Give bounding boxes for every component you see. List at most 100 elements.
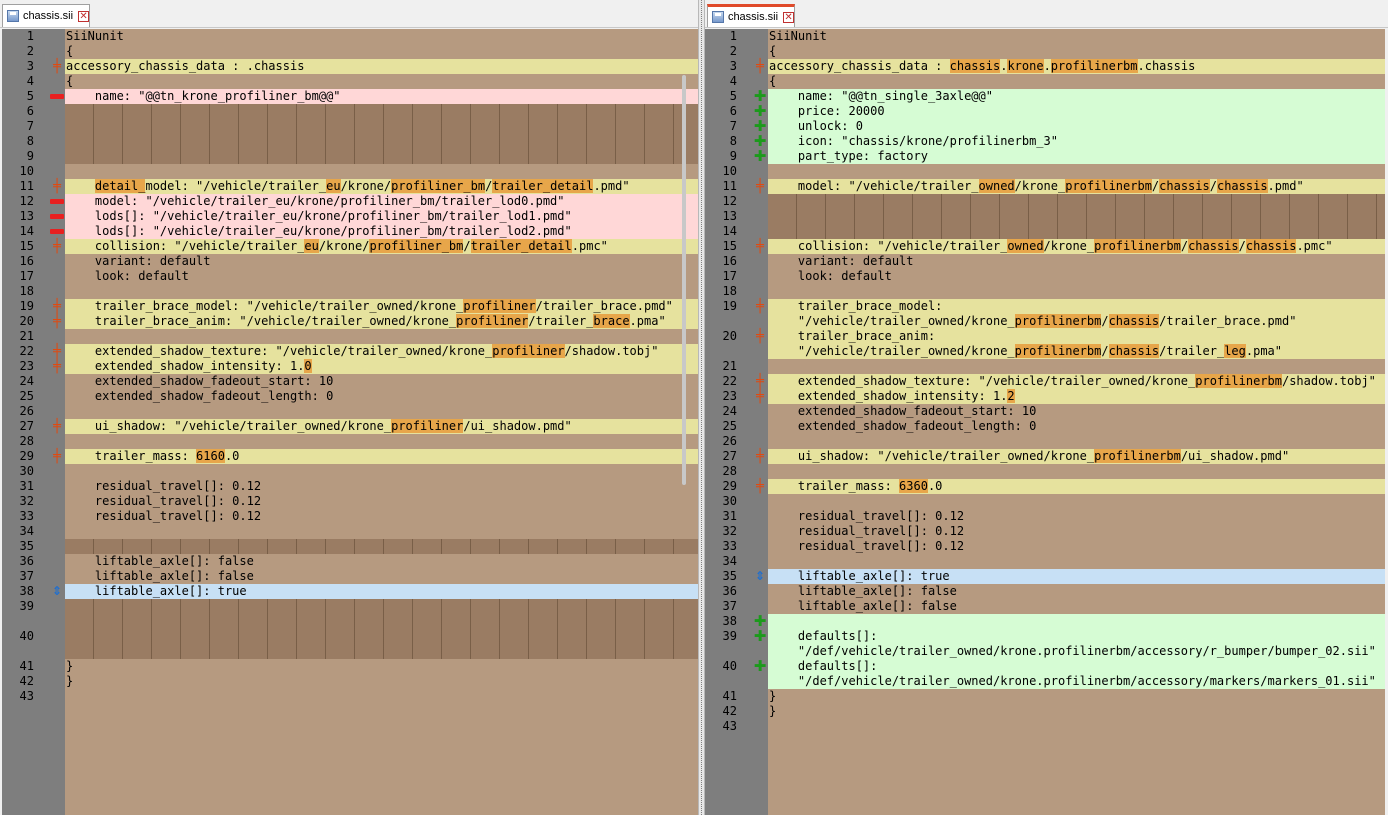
code-line[interactable]: 18 bbox=[2, 284, 698, 299]
code-line[interactable]: 43 bbox=[2, 689, 698, 704]
code-line[interactable]: 30 bbox=[705, 494, 1385, 509]
change-icon[interactable]: ╪ bbox=[50, 60, 64, 73]
code-line[interactable]: 8 bbox=[2, 134, 698, 149]
code-line[interactable]: 36 liftable_axle[]: false bbox=[2, 554, 698, 569]
code-line[interactable]: 27 ╪ ui_shadow: "/vehicle/trailer_owned/k… bbox=[705, 449, 1385, 464]
code-line[interactable]: 11 ╪ detail_model: "/vehicle/trailer_eu/k… bbox=[2, 179, 698, 194]
code-line[interactable]: 3 ╪ accessory_chassis_data : .chassis bbox=[2, 59, 698, 74]
code-line[interactable]: 23 ╪ extended_shadow_intensity: 1.0 bbox=[2, 359, 698, 374]
code-line[interactable]: 10 bbox=[2, 164, 698, 179]
code-line[interactable]: 38 ⇕ liftable_axle[]: true bbox=[2, 584, 698, 599]
code-line[interactable]: 25 extended_shadow_fadeout_length: 0 bbox=[705, 419, 1385, 434]
code-line[interactable]: 26 bbox=[705, 434, 1385, 449]
left-file-tab[interactable]: chassis.sii ✕ bbox=[2, 4, 90, 27]
change-icon[interactable]: ╪ bbox=[753, 180, 767, 193]
change-icon[interactable]: ╪ bbox=[50, 450, 64, 463]
code-line[interactable]: 26 bbox=[2, 404, 698, 419]
code-line[interactable]: 8 ✚ icon: "chassis/krone/profilinerbm_3" bbox=[705, 134, 1385, 149]
pane-splitter[interactable] bbox=[698, 0, 705, 815]
code-line[interactable]: 29 ╪ trailer_mass: 6160.0 bbox=[2, 449, 698, 464]
code-line[interactable]: 33 residual_travel[]: 0.12 bbox=[705, 539, 1385, 554]
added-line-icon[interactable]: ✚ bbox=[753, 659, 767, 674]
right-editor[interactable]: 1 SiiNunit 2{3 ╪ accessory_chassis_data : ch… bbox=[705, 29, 1385, 815]
code-line[interactable]: 29 ╪ trailer_mass: 6360.0 bbox=[705, 479, 1385, 494]
code-line[interactable]: 10 bbox=[705, 164, 1385, 179]
code-line[interactable]: 37 liftable_axle[]: false bbox=[2, 569, 698, 584]
change-icon[interactable]: ╪ bbox=[50, 315, 64, 328]
code-line[interactable]: 6 bbox=[2, 104, 698, 119]
code-line[interactable]: 7 bbox=[2, 119, 698, 134]
code-line[interactable]: 21 bbox=[2, 329, 698, 344]
code-line[interactable]: 19 ╪ trailer_brace_model: "/vehicle/trail… bbox=[705, 299, 1385, 329]
code-line[interactable]: 35 bbox=[2, 539, 698, 554]
code-line[interactable]: 43 bbox=[705, 719, 1385, 734]
code-line[interactable]: 17 look: default bbox=[705, 269, 1385, 284]
added-line-icon[interactable]: ✚ bbox=[753, 149, 767, 164]
removed-line-icon[interactable] bbox=[50, 199, 64, 204]
change-icon[interactable]: ╪ bbox=[50, 300, 64, 313]
moved-line-icon[interactable]: ⇕ bbox=[50, 585, 64, 598]
code-line[interactable]: 40 ✚ defaults[]: "/def/vehicle/trailer_ow… bbox=[705, 659, 1385, 689]
code-line[interactable]: 20 ╪ trailer_brace_anim: "/vehicle/traile… bbox=[705, 329, 1385, 359]
code-line[interactable]: 41} bbox=[705, 689, 1385, 704]
code-line[interactable]: 4{ bbox=[2, 74, 698, 89]
moved-line-icon[interactable]: ⇕ bbox=[753, 570, 767, 583]
code-line[interactable]: 19 ╪ trailer_brace_model: "/vehicle/trail… bbox=[2, 299, 698, 314]
code-line[interactable]: 9 bbox=[2, 149, 698, 164]
change-icon[interactable]: ╪ bbox=[50, 420, 64, 433]
removed-line-icon[interactable] bbox=[50, 229, 64, 234]
code-line[interactable]: 31 residual_travel[]: 0.12 bbox=[2, 479, 698, 494]
code-line[interactable]: 34 bbox=[2, 524, 698, 539]
change-icon[interactable]: ╪ bbox=[753, 60, 767, 73]
code-line[interactable]: 28 bbox=[2, 434, 698, 449]
code-line[interactable]: 14 lods[]: "/vehicle/trailer_eu/krone/pr… bbox=[2, 224, 698, 239]
code-line[interactable]: 13 bbox=[705, 209, 1385, 224]
code-line[interactable]: 7 ✚ unlock: 0 bbox=[705, 119, 1385, 134]
code-line[interactable]: 20 ╪ trailer_brace_anim: "/vehicle/traile… bbox=[2, 314, 698, 329]
close-tab-icon[interactable]: ✕ bbox=[78, 10, 89, 22]
code-line[interactable]: 36 liftable_axle[]: false bbox=[705, 584, 1385, 599]
change-icon[interactable]: ╪ bbox=[753, 450, 767, 463]
code-line[interactable]: 25 extended_shadow_fadeout_length: 0 bbox=[2, 389, 698, 404]
code-line[interactable]: 24 extended_shadow_fadeout_start: 10 bbox=[2, 374, 698, 389]
code-line[interactable]: 30 bbox=[2, 464, 698, 479]
change-icon[interactable]: ╪ bbox=[50, 240, 64, 253]
code-line[interactable]: 22 ╪ extended_shadow_texture: "/vehicle/t… bbox=[2, 344, 698, 359]
code-line[interactable]: 33 residual_travel[]: 0.12 bbox=[2, 509, 698, 524]
code-line[interactable]: 22 ╪ extended_shadow_texture: "/vehicle/t… bbox=[705, 374, 1385, 389]
code-line[interactable]: 37 liftable_axle[]: false bbox=[705, 599, 1385, 614]
code-line[interactable]: 23 ╪ extended_shadow_intensity: 1.2 bbox=[705, 389, 1385, 404]
code-line[interactable]: 6 ✚ price: 20000 bbox=[705, 104, 1385, 119]
code-line[interactable]: 1 SiiNunit bbox=[2, 29, 698, 44]
change-icon[interactable]: ╪ bbox=[50, 180, 64, 193]
code-line[interactable]: 39 bbox=[2, 599, 698, 629]
code-line[interactable]: 31 residual_travel[]: 0.12 bbox=[705, 509, 1385, 524]
change-icon[interactable]: ╪ bbox=[753, 300, 767, 313]
code-line[interactable]: 21 bbox=[705, 359, 1385, 374]
code-line[interactable]: 32 residual_travel[]: 0.12 bbox=[705, 524, 1385, 539]
change-icon[interactable]: ╪ bbox=[753, 240, 767, 253]
code-line[interactable]: 18 bbox=[705, 284, 1385, 299]
code-line[interactable]: 5 ✚ name: "@@tn_single_3axle@@" bbox=[705, 89, 1385, 104]
code-line[interactable]: 15 ╪ collision: "/vehicle/trailer_eu/kron… bbox=[2, 239, 698, 254]
code-line[interactable]: 14 bbox=[705, 224, 1385, 239]
code-line[interactable]: 11 ╪ model: "/vehicle/trailer_owned/krone… bbox=[705, 179, 1385, 194]
code-line[interactable]: 9 ✚ part_type: factory bbox=[705, 149, 1385, 164]
close-tab-icon[interactable]: ✕ bbox=[783, 11, 794, 23]
code-line[interactable]: 34 bbox=[705, 554, 1385, 569]
left-vertical-scrollbar[interactable] bbox=[682, 75, 686, 485]
code-line[interactable]: 35 ⇕ liftable_axle[]: true bbox=[705, 569, 1385, 584]
added-line-icon[interactable]: ✚ bbox=[753, 629, 767, 644]
code-line[interactable]: 32 residual_travel[]: 0.12 bbox=[2, 494, 698, 509]
removed-line-icon[interactable] bbox=[50, 94, 64, 99]
code-line[interactable]: 42} bbox=[705, 704, 1385, 719]
right-file-tab[interactable]: chassis.sii ✕ bbox=[707, 4, 795, 27]
code-line[interactable]: 28 bbox=[705, 464, 1385, 479]
code-line[interactable]: 27 ╪ ui_shadow: "/vehicle/trailer_owned/k… bbox=[2, 419, 698, 434]
code-line[interactable]: 2{ bbox=[705, 44, 1385, 59]
code-line[interactable]: 1 SiiNunit bbox=[705, 29, 1385, 44]
change-icon[interactable]: ╪ bbox=[50, 360, 64, 373]
code-line[interactable]: 41} bbox=[2, 659, 698, 674]
code-line[interactable]: 24 extended_shadow_fadeout_start: 10 bbox=[705, 404, 1385, 419]
code-line[interactable]: 40 bbox=[2, 629, 698, 659]
